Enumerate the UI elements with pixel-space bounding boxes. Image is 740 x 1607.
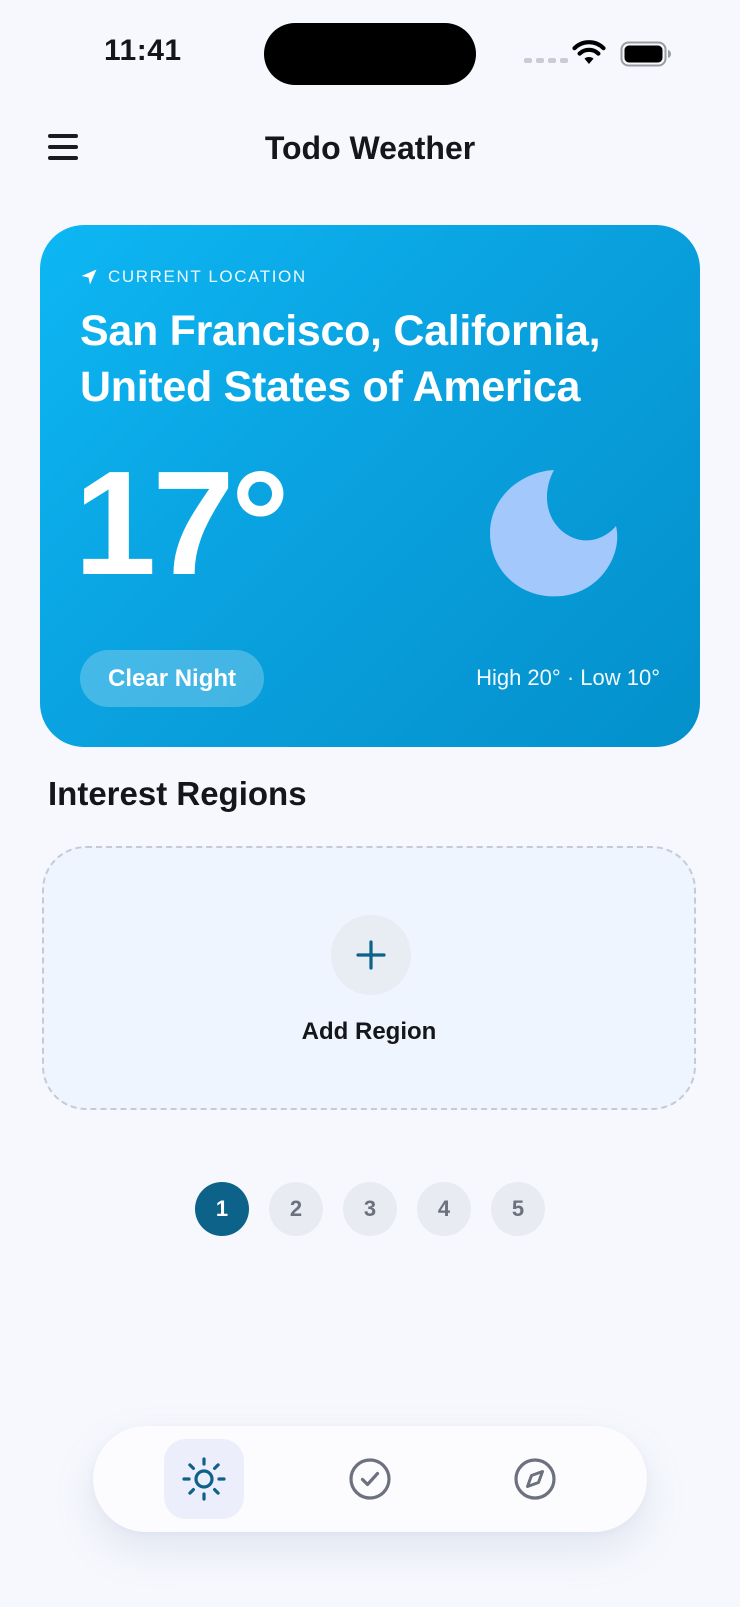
pagination: 1 2 3 4 5 [195, 1182, 545, 1236]
city-name: San Francisco, California, United States… [80, 307, 601, 411]
battery-icon [620, 41, 671, 67]
cellular-signal-icon [524, 58, 568, 63]
current-location-row: CURRENT LOCATION [80, 267, 307, 287]
app-screen: 11:41 Todo Weather CURRENT LOCATION San … [0, 0, 740, 1607]
add-region-card[interactable]: Add Region [42, 846, 696, 1110]
location-arrow-icon [81, 269, 97, 285]
compass-icon [514, 1458, 556, 1500]
nav-weather-tab[interactable] [164, 1439, 244, 1519]
check-circle-icon [349, 1458, 391, 1500]
page-button-2[interactable]: 2 [269, 1182, 323, 1236]
moon-icon [490, 470, 618, 597]
nav-todo-tab[interactable] [330, 1439, 410, 1519]
add-region-button[interactable] [331, 915, 411, 995]
app-title: Todo Weather [264, 130, 476, 166]
page-button-1[interactable]: 1 [195, 1182, 249, 1236]
bottom-nav-bar [93, 1426, 647, 1532]
add-region-label: Add Region [301, 1018, 437, 1045]
sun-icon [182, 1457, 226, 1501]
page-button-3[interactable]: 3 [343, 1182, 397, 1236]
wifi-icon [572, 40, 606, 64]
high-low-temperature: High 20° · Low 10° [476, 665, 660, 690]
status-time: 11:41 [104, 34, 182, 67]
nav-explore-tab[interactable] [495, 1439, 575, 1519]
page-button-4[interactable]: 4 [417, 1182, 471, 1236]
current-weather-card[interactable]: CURRENT LOCATION San Francisco, Californ… [40, 225, 700, 747]
page-button-5[interactable]: 5 [491, 1182, 545, 1236]
current-location-label: CURRENT LOCATION [108, 267, 307, 286]
condition-badge: Clear Night [80, 650, 265, 707]
interest-regions-title: Interest Regions [48, 775, 307, 812]
dynamic-island [264, 23, 476, 85]
temperature: 17° [74, 441, 290, 606]
plus-icon [356, 940, 386, 970]
